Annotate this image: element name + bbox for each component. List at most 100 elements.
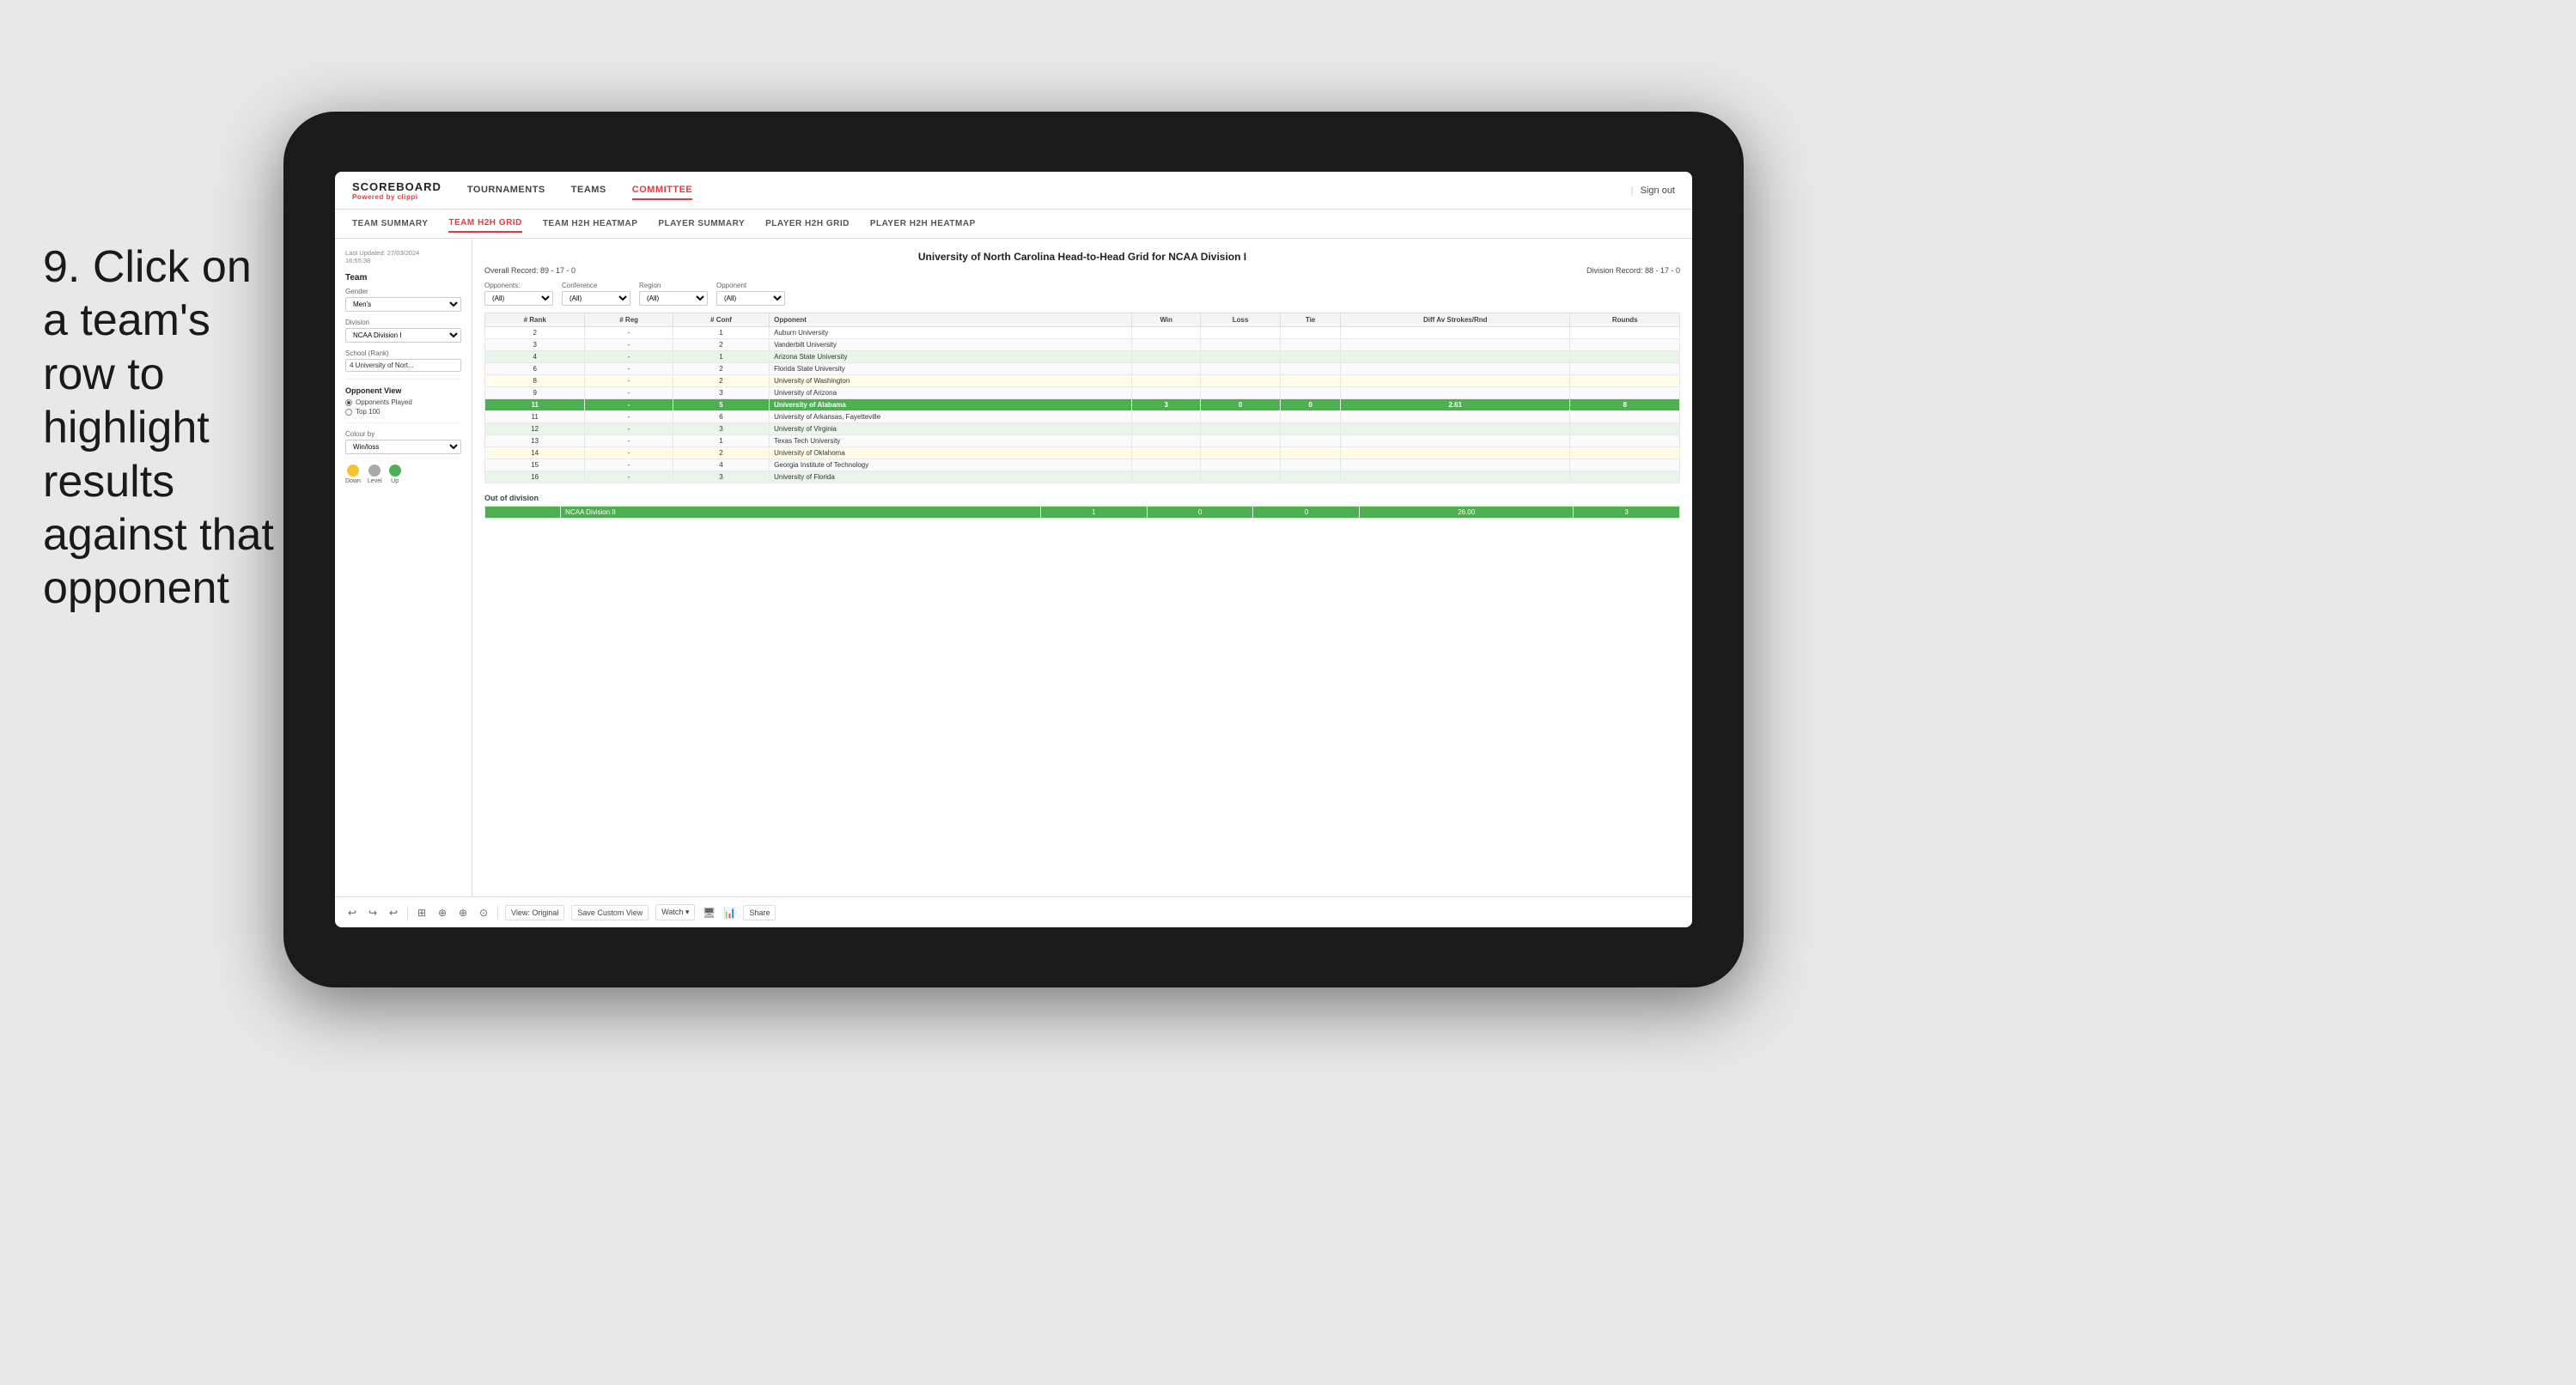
legend: Down Level Up — [345, 465, 461, 484]
nav-bar: SCOREBOARD Powered by clippi TOURNAMENTS… — [335, 172, 1692, 210]
subnav-player-h2h-heatmap[interactable]: PLAYER H2H HEATMAP — [870, 216, 976, 232]
gender-label: Gender — [345, 288, 461, 295]
chart-icon[interactable]: 📊 — [722, 906, 736, 920]
col-rank: # Rank — [485, 313, 585, 327]
undo-icon[interactable]: ↩ — [345, 906, 359, 920]
subnav-team-h2h-heatmap[interactable]: TEAM H2H HEATMAP — [543, 216, 638, 232]
plus-icon[interactable]: ⊕ — [456, 906, 470, 920]
table-row[interactable]: 11-6University of Arkansas, Fayetteville — [485, 411, 1680, 423]
out-of-division-rounds: 3 — [1574, 507, 1680, 519]
instruction-text: 9. Click on a team's row to highlight re… — [43, 240, 283, 616]
grid-records: Overall Record: 89 - 17 - 0 Division Rec… — [484, 266, 1680, 275]
filter-conference-select[interactable]: (All) — [562, 291, 630, 306]
filter-opponent-select[interactable]: (All) — [716, 291, 785, 306]
subnav-player-summary[interactable]: PLAYER SUMMARY — [658, 216, 745, 232]
table-row[interactable]: 12-3University of Virginia — [485, 423, 1680, 435]
out-of-division-diff: 26.00 — [1360, 507, 1574, 519]
legend-circle-up — [389, 465, 401, 477]
table-row[interactable]: 14-2University of Oklahoma — [485, 447, 1680, 459]
col-loss: Loss — [1201, 313, 1281, 327]
colour-by-select[interactable]: Win/loss — [345, 440, 461, 454]
grid-content: University of North Carolina Head-to-Hea… — [472, 239, 1692, 896]
col-diff: Diff Av Strokes/Rnd — [1341, 313, 1570, 327]
division-select[interactable]: NCAA Division I — [345, 328, 461, 343]
share-button[interactable]: Share — [743, 905, 776, 920]
view-original-button[interactable]: View: Original — [505, 905, 564, 920]
subnav-team-h2h-grid[interactable]: TEAM H2H GRID — [448, 215, 521, 233]
filter-conference-group: Conference (All) — [562, 282, 630, 306]
watch-button[interactable]: Watch ▾ — [655, 904, 695, 920]
filter-row: Opponents: (All) Conference (All) Region — [484, 282, 1680, 306]
nav-links: TOURNAMENTS TEAMS COMMITTEE — [467, 181, 1631, 200]
opponent-view-title: Opponent View — [345, 386, 461, 395]
out-of-division-table: NCAA Division II 1 0 0 26.00 3 — [484, 506, 1680, 519]
subnav-player-h2h-grid[interactable]: PLAYER H2H GRID — [765, 216, 850, 232]
out-of-division-win: 1 — [1040, 507, 1147, 519]
filter-region-group: Region (All) — [639, 282, 708, 306]
table-row[interactable]: 13-1Texas Tech University — [485, 435, 1680, 447]
filter-region-select[interactable]: (All) — [639, 291, 708, 306]
logo-scoreboard: SCOREBOARD — [352, 180, 442, 193]
table-row[interactable]: 6-2Florida State University — [485, 363, 1680, 375]
nav-teams[interactable]: TEAMS — [571, 181, 606, 200]
sign-out-link[interactable]: Sign out — [1641, 185, 1675, 196]
h2h-table: # Rank # Reg # Conf Opponent Win Loss Ti… — [484, 313, 1680, 483]
division-label: Division — [345, 319, 461, 326]
out-of-division-row[interactable]: NCAA Division II 1 0 0 26.00 3 — [485, 507, 1680, 519]
out-of-division-name — [485, 507, 561, 519]
nav-committee[interactable]: COMMITTEE — [632, 181, 693, 200]
out-of-division-tie: 0 — [1253, 507, 1360, 519]
table-row[interactable]: 4-1Arizona State University — [485, 351, 1680, 363]
filter-opponents-group: Opponents: (All) — [484, 282, 553, 306]
monitor-icon[interactable]: 🖥 — [702, 906, 716, 920]
grid-title: University of North Carolina Head-to-Hea… — [484, 251, 1680, 263]
grid-icon[interactable]: ⊞ — [415, 906, 429, 920]
school-label: School (Rank) — [345, 349, 461, 357]
colour-by-label: Colour by — [345, 430, 461, 438]
legend-level: Level — [368, 465, 382, 484]
overall-record: Overall Record: 89 - 17 - 0 — [484, 266, 575, 275]
table-row[interactable]: 15-4Georgia Institute of Technology — [485, 459, 1680, 471]
division-record: Division Record: 88 - 17 - 0 — [1586, 266, 1680, 275]
main-content: Last Updated: 27/03/2024 16:55:38 Team G… — [335, 239, 1692, 896]
filter-conference-label: Conference — [562, 282, 630, 289]
logo: SCOREBOARD Powered by clippi — [352, 180, 442, 201]
toolbar-divider-2 — [497, 906, 498, 920]
filter-opponent-label: Opponent — [716, 282, 785, 289]
radio-opponents-played[interactable]: Opponents Played — [345, 398, 461, 406]
col-win: Win — [1132, 313, 1201, 327]
clock-icon[interactable]: ⊙ — [477, 906, 490, 920]
legend-up: Up — [389, 465, 401, 484]
gender-select[interactable]: Men's — [345, 297, 461, 312]
nav-divider: | — [1631, 185, 1634, 196]
school-input[interactable]: 4 University of Nort... — [345, 359, 461, 372]
redo-icon[interactable]: ↪ — [366, 906, 380, 920]
back-icon[interactable]: ↩ — [387, 906, 400, 920]
radio-dot-top100 — [345, 409, 352, 416]
table-row[interactable]: 11-5University of Alabama3002.618 — [485, 399, 1680, 411]
col-rounds: Rounds — [1570, 313, 1680, 327]
subnav-team-summary[interactable]: TEAM SUMMARY — [352, 216, 428, 232]
tablet-screen: SCOREBOARD Powered by clippi TOURNAMENTS… — [335, 172, 1692, 927]
filter-region-label: Region — [639, 282, 708, 289]
timestamp: Last Updated: 27/03/2024 16:55:38 — [345, 249, 461, 264]
radio-top-100[interactable]: Top 100 — [345, 408, 461, 416]
team-section-title: Team — [345, 273, 461, 282]
out-of-division-label: Out of division — [484, 494, 1680, 502]
table-row[interactable]: 8-2University of Washington — [485, 375, 1680, 387]
nav-tournaments[interactable]: TOURNAMENTS — [467, 181, 545, 200]
tablet-frame: SCOREBOARD Powered by clippi TOURNAMENTS… — [283, 112, 1744, 987]
out-of-division-section: Out of division NCAA Division II 1 0 0 2… — [484, 494, 1680, 519]
filter-opponents-select[interactable]: (All) — [484, 291, 553, 306]
save-custom-view-button[interactable]: Save Custom View — [571, 905, 649, 920]
bottom-toolbar: ↩ ↪ ↩ ⊞ ⊕ ⊕ ⊙ View: Original Save Custom… — [335, 896, 1692, 927]
opponent-view-options: Opponents Played Top 100 — [345, 398, 461, 416]
table-row[interactable]: 16-3University of Florida — [485, 471, 1680, 483]
radio-dot-opponents — [345, 399, 352, 406]
table-row[interactable]: 3-2Vanderbilt University — [485, 339, 1680, 351]
filter-opponents-label: Opponents: — [484, 282, 553, 289]
table-row[interactable]: 2-1Auburn University — [485, 327, 1680, 339]
table-row[interactable]: 9-3University of Arizona — [485, 387, 1680, 399]
out-of-division-label-cell: NCAA Division II — [561, 507, 1041, 519]
add-icon[interactable]: ⊕ — [435, 906, 449, 920]
